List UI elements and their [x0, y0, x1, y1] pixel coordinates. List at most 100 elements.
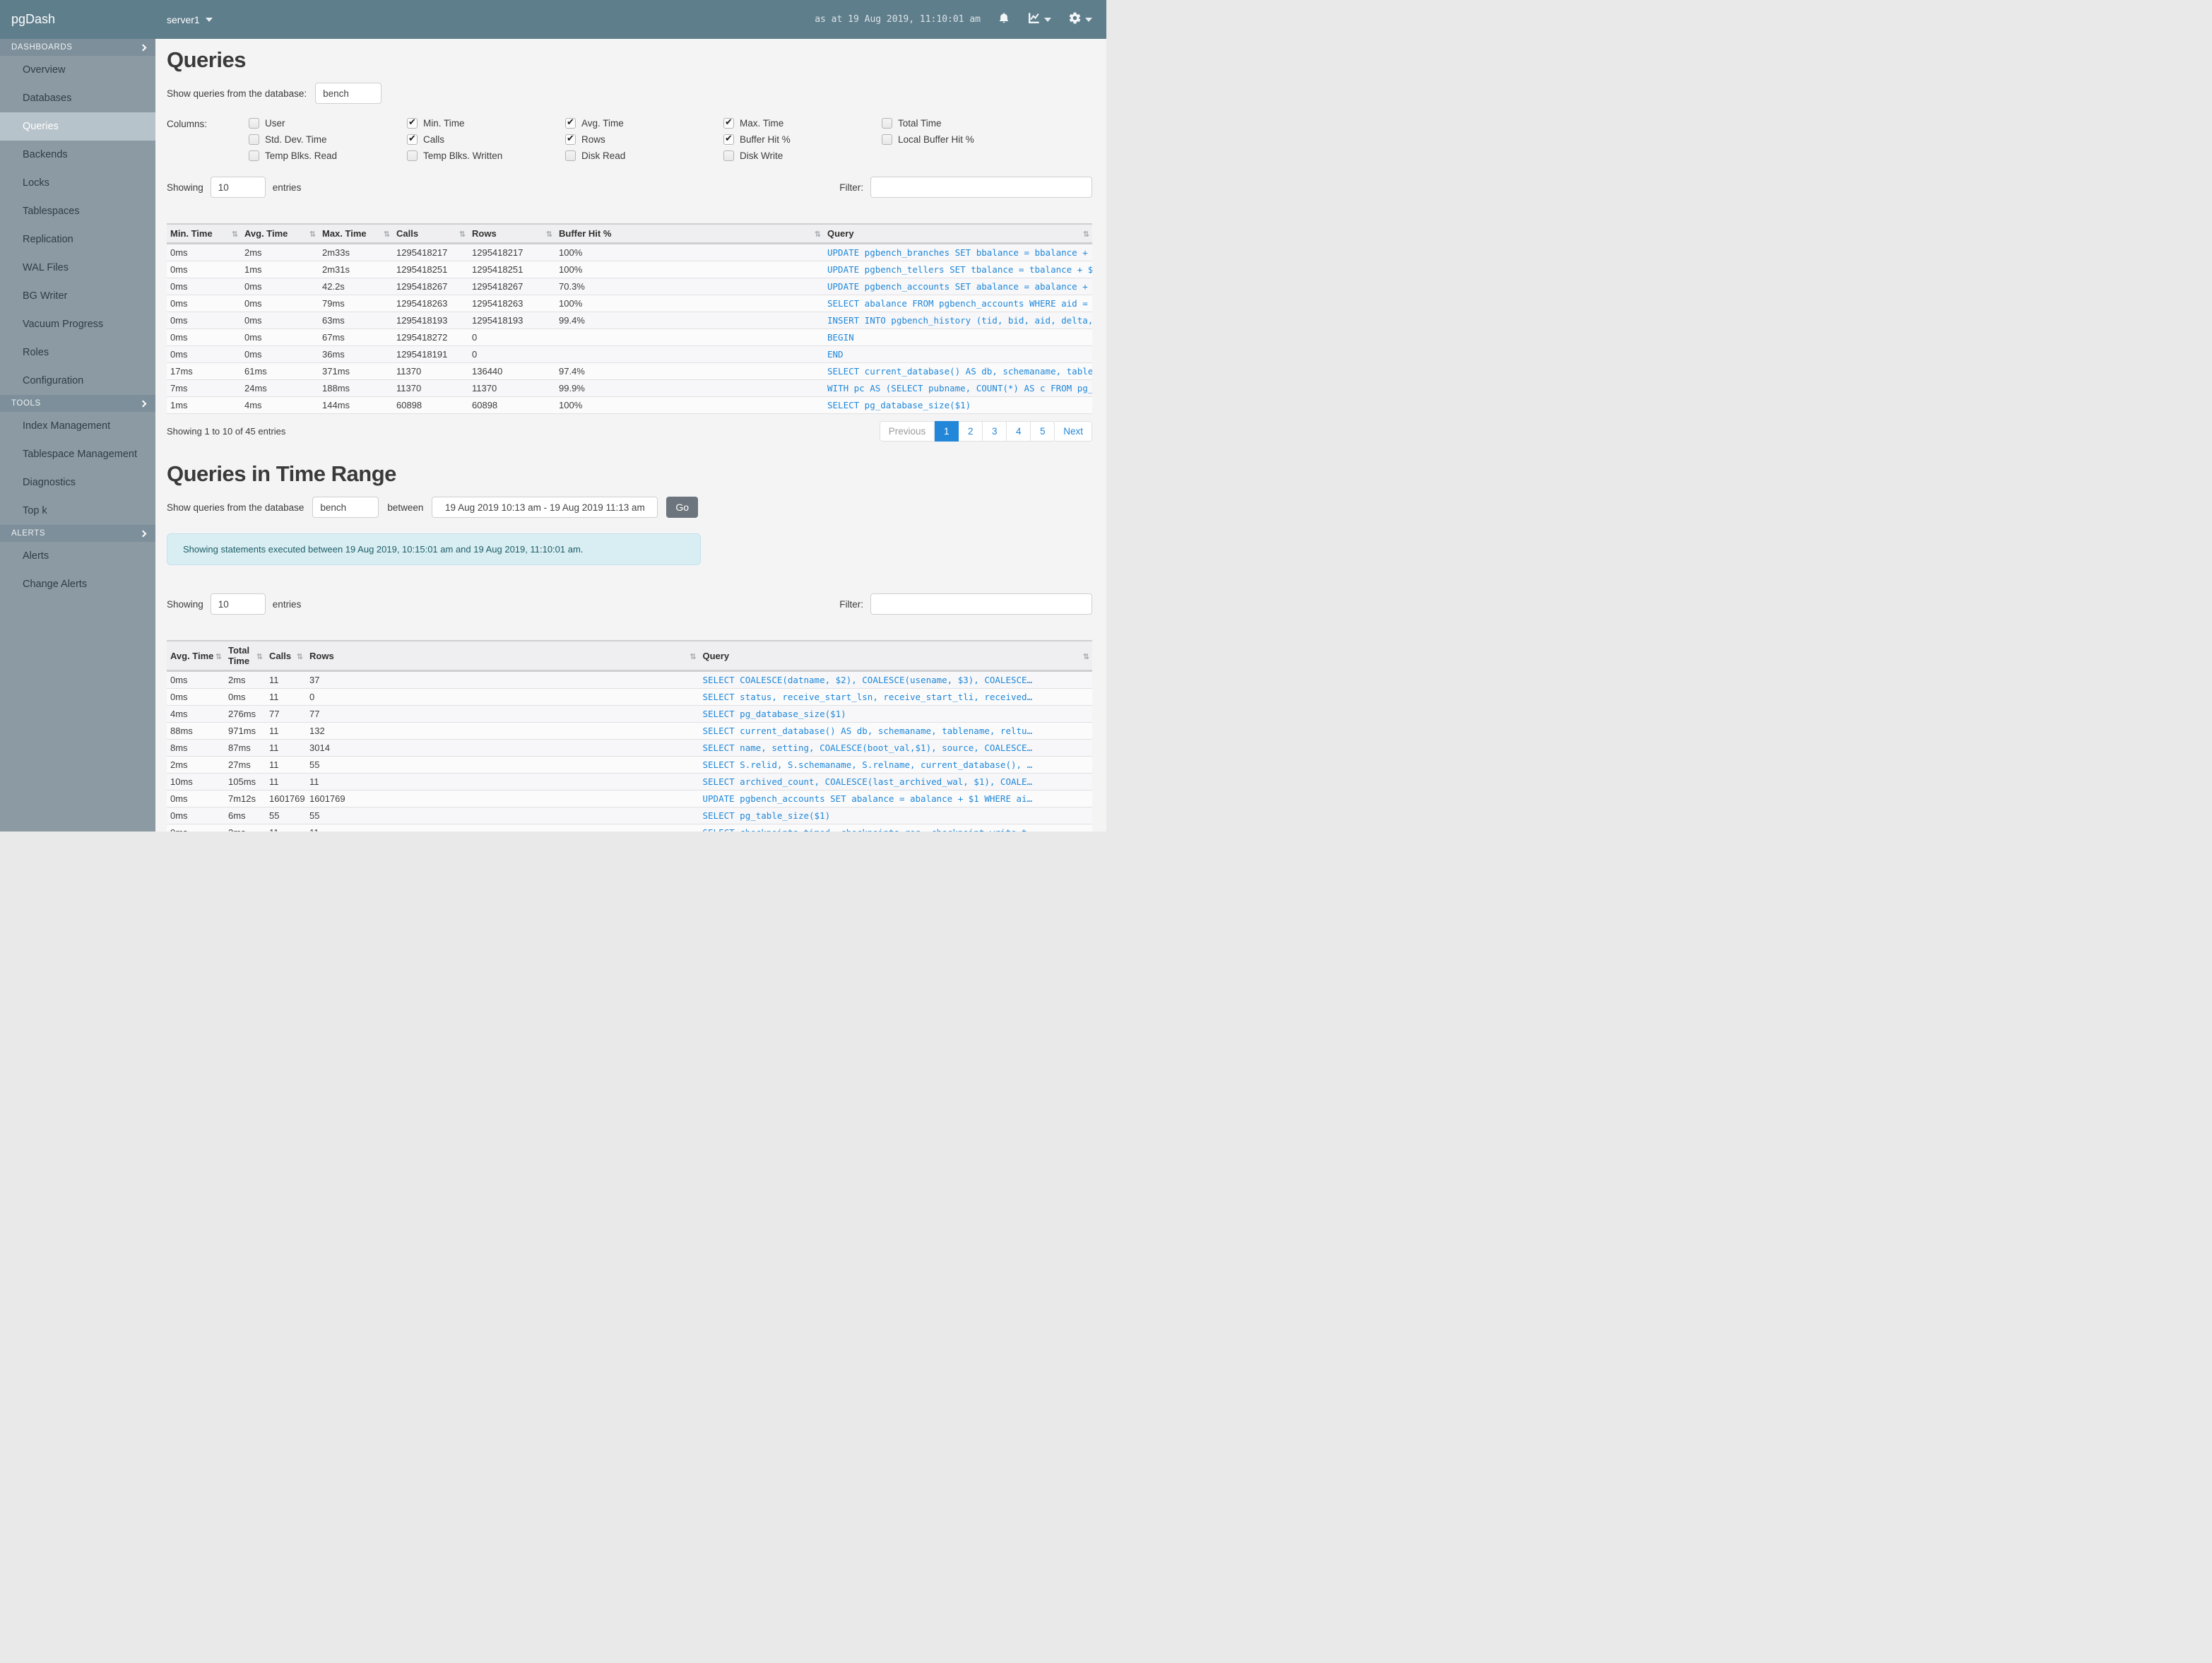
column-header[interactable]: Calls — [393, 223, 468, 244]
sidebar-item[interactable]: Change Alerts — [0, 570, 155, 598]
query-link[interactable]: SELECT pg_database_size($1) — [827, 400, 971, 410]
column-option[interactable]: User — [249, 118, 407, 129]
query-link[interactable]: SELECT name, setting, COALESCE(boot_val,… — [703, 742, 1033, 753]
column-header[interactable]: Query — [824, 223, 1092, 244]
sidebar-item[interactable]: WAL Files — [0, 254, 155, 282]
column-header[interactable]: Calls — [266, 640, 306, 672]
checkbox[interactable] — [407, 150, 418, 161]
checkbox[interactable] — [723, 134, 734, 145]
checkbox[interactable] — [249, 150, 259, 161]
query-link[interactable]: SELECT current_database() AS db, scheman… — [703, 726, 1033, 736]
database-input[interactable] — [312, 497, 379, 518]
sidebar-section-tools[interactable]: TOOLS — [0, 395, 155, 412]
column-option[interactable]: Temp Blks. Read — [249, 150, 407, 161]
sidebar-item[interactable]: Alerts — [0, 542, 155, 570]
column-header[interactable]: Total Time — [225, 640, 266, 672]
column-header[interactable]: Rows — [306, 640, 699, 672]
query-link[interactable]: SELECT COALESCE(datname, $2), COALESCE(u… — [703, 675, 1033, 685]
checkbox[interactable] — [565, 117, 576, 129]
query-link[interactable]: UPDATE pgbench_tellers SET tbalance = tb… — [827, 264, 1092, 275]
page-number-button[interactable]: 3 — [983, 421, 1007, 442]
query-link[interactable]: UPDATE pgbench_branches SET bbalance = b… — [827, 247, 1092, 258]
column-option[interactable]: Max. Time — [723, 117, 882, 129]
server-selector-dropdown[interactable]: server1 — [167, 0, 213, 39]
checkbox[interactable] — [407, 117, 418, 129]
checkbox[interactable] — [249, 134, 259, 145]
notifications-button[interactable] — [998, 11, 1010, 28]
go-button[interactable]: Go — [666, 497, 699, 518]
entries-count-input[interactable] — [210, 177, 266, 198]
column-option[interactable]: Disk Write — [723, 150, 882, 161]
column-header[interactable]: Min. Time — [167, 223, 241, 244]
query-link[interactable]: SELECT checkpoints_timed, checkpoints_re… — [703, 827, 1033, 832]
sidebar-item[interactable]: Tablespaces — [0, 197, 155, 225]
sidebar-item[interactable]: Vacuum Progress — [0, 310, 155, 338]
sidebar-item[interactable]: Roles — [0, 338, 155, 367]
sidebar-item[interactable]: Locks — [0, 169, 155, 197]
sidebar-item[interactable]: Top k — [0, 497, 155, 525]
column-header[interactable]: Buffer Hit % — [555, 223, 824, 244]
query-link[interactable]: SELECT pg_database_size($1) — [703, 709, 846, 719]
sidebar-item[interactable]: Tablespace Management — [0, 440, 155, 468]
settings-menu-button[interactable] — [1068, 11, 1092, 28]
column-option[interactable]: Temp Blks. Written — [407, 150, 565, 161]
checkbox[interactable] — [565, 134, 576, 145]
query-link[interactable]: BEGIN — [827, 332, 854, 343]
checkbox[interactable] — [882, 118, 892, 129]
filter-input[interactable] — [870, 593, 1092, 615]
column-header[interactable]: Max. Time — [319, 223, 393, 244]
sidebar-item[interactable]: Backends — [0, 141, 155, 169]
database-input[interactable] — [315, 83, 382, 104]
sidebar-item[interactable]: BG Writer — [0, 282, 155, 310]
query-link[interactable]: SELECT pg_table_size($1) — [703, 810, 831, 821]
sidebar-section-dashboards[interactable]: DASHBOARDS — [0, 39, 155, 56]
checkbox[interactable] — [407, 134, 418, 145]
column-option[interactable]: Buffer Hit % — [723, 134, 882, 145]
filter-input[interactable] — [870, 177, 1092, 198]
checkbox[interactable] — [723, 150, 734, 161]
column-option[interactable]: Std. Dev. Time — [249, 134, 407, 145]
column-option[interactable]: Calls — [407, 134, 565, 145]
sidebar-section-alerts[interactable]: ALERTS — [0, 525, 155, 542]
column-option[interactable]: Rows — [565, 134, 723, 145]
query-link[interactable]: END — [827, 349, 844, 360]
column-option[interactable]: Local Buffer Hit % — [882, 134, 1040, 145]
query-link[interactable]: UPDATE pgbench_accounts SET abalance = a… — [827, 281, 1092, 292]
query-link[interactable]: SELECT archived_count, COALESCE(last_arc… — [703, 776, 1033, 787]
query-link[interactable]: SELECT S.relid, S.schemaname, S.relname,… — [703, 759, 1033, 770]
query-link[interactable]: SELECT current_database() AS db, scheman… — [827, 366, 1092, 377]
query-link[interactable]: SELECT status, receive_start_lsn, receiv… — [703, 692, 1033, 702]
checkbox[interactable] — [249, 118, 259, 129]
sidebar-item[interactable]: Databases — [0, 84, 155, 112]
column-header[interactable]: Avg. Time — [167, 640, 225, 672]
column-option[interactable]: Min. Time — [407, 117, 565, 129]
entries-count-input[interactable] — [210, 593, 266, 615]
column-header[interactable]: Avg. Time — [241, 223, 319, 244]
previous-page-button[interactable]: Previous — [879, 421, 935, 442]
checkbox[interactable] — [882, 134, 892, 145]
page-number-button[interactable]: 5 — [1031, 421, 1055, 442]
query-link[interactable]: INSERT INTO pgbench_history (tid, bid, a… — [827, 315, 1092, 326]
column-header[interactable]: Rows — [468, 223, 555, 244]
page-number-button[interactable]: 2 — [959, 421, 983, 442]
column-option[interactable]: Disk Read — [565, 150, 723, 161]
query-link[interactable]: UPDATE pgbench_accounts SET abalance = a… — [703, 793, 1033, 804]
checkbox[interactable] — [565, 150, 576, 161]
sidebar-item[interactable]: Configuration — [0, 367, 155, 395]
next-page-button[interactable]: Next — [1055, 421, 1092, 442]
sidebar-item[interactable]: Index Management — [0, 412, 155, 440]
sidebar-item[interactable]: Queries — [0, 112, 155, 141]
checkbox[interactable] — [723, 117, 734, 129]
charts-menu-button[interactable] — [1027, 11, 1051, 28]
page-number-button[interactable]: 4 — [1007, 421, 1031, 442]
column-option[interactable]: Total Time — [882, 118, 1040, 129]
sidebar-item[interactable]: Overview — [0, 56, 155, 84]
query-link[interactable]: SELECT abalance FROM pgbench_accounts WH… — [827, 298, 1092, 309]
sidebar-item[interactable]: Diagnostics — [0, 468, 155, 497]
column-option[interactable]: Avg. Time — [565, 117, 723, 129]
query-link[interactable]: WITH pc AS (SELECT pubname, COUNT(*) AS … — [827, 383, 1092, 393]
column-header[interactable]: Query — [699, 640, 1092, 672]
sidebar-item[interactable]: Replication — [0, 225, 155, 254]
date-range-input[interactable] — [432, 497, 658, 518]
page-number-button[interactable]: 1 — [935, 421, 959, 442]
